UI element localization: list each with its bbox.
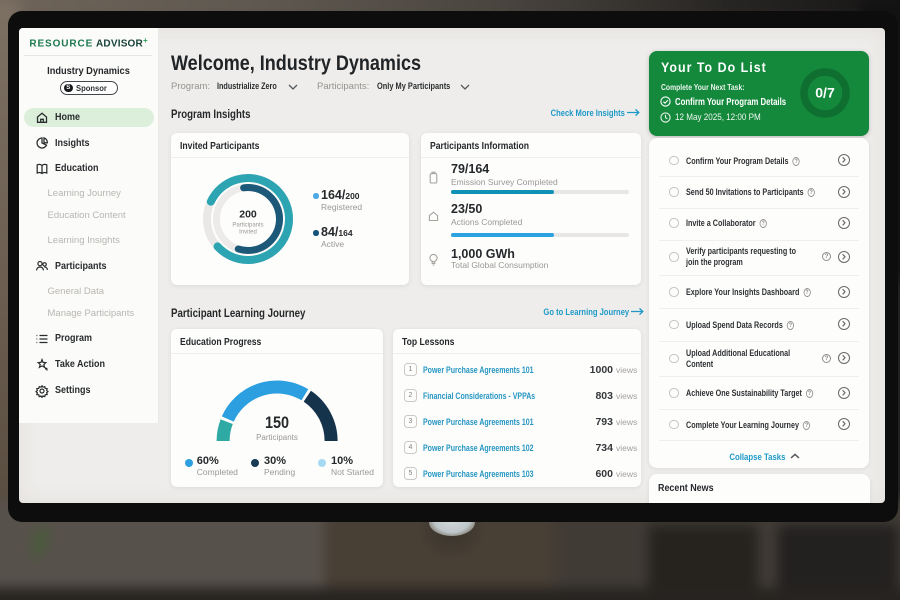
svg-text:200: 200	[239, 209, 257, 221]
svg-text:0/7: 0/7	[815, 85, 835, 101]
svg-text:Participants: Participants	[232, 223, 263, 229]
svg-text:Invited: Invited	[239, 230, 257, 236]
